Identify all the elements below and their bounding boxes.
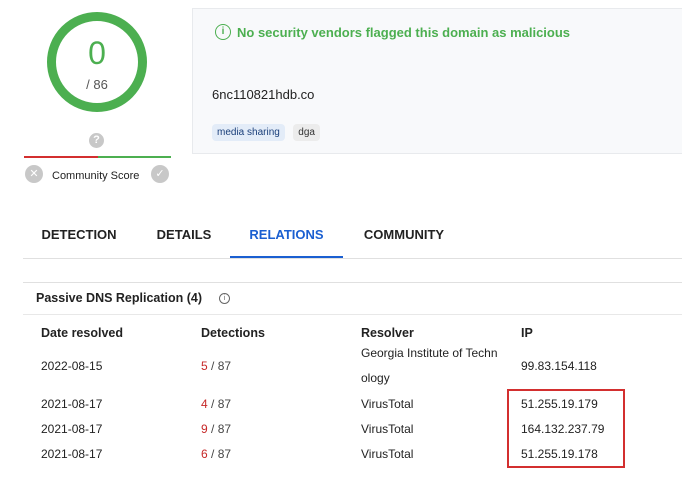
section-divider	[23, 282, 682, 283]
community-score-label: Community Score	[52, 170, 140, 182]
row-2-detections-count: 4	[201, 397, 208, 411]
column-header-date: Date resolved	[41, 326, 123, 340]
row-2-resolver: VirusTotal	[361, 397, 414, 411]
domain-name: 6nc110821hdb.co	[212, 87, 315, 102]
status-message: No security vendors flagged this domain …	[237, 25, 571, 40]
tag-media-sharing[interactable]: media sharing	[212, 124, 285, 141]
column-header-resolver: Resolver	[361, 326, 414, 340]
community-score-bar-bad	[24, 156, 98, 158]
row-1-date: 2022-08-15	[41, 359, 103, 373]
domain-summary-card: i No security vendors flagged this domai…	[192, 8, 682, 154]
row-4-detections-count: 6	[201, 447, 208, 461]
row-3-detections-count: 9	[201, 422, 208, 436]
row-1-ip[interactable]: 99.83.154.118	[521, 359, 597, 373]
row-3-detections: 9 / 87	[201, 422, 231, 436]
detection-score-value: 0	[88, 35, 106, 71]
tab-relations[interactable]: RELATIONS	[230, 220, 343, 258]
section-count: (4)	[186, 291, 203, 305]
tab-bar: DETECTION DETAILS RELATIONS COMMUNITY	[23, 220, 682, 259]
section-title: Passive DNS Replication (4)	[36, 291, 202, 305]
row-2-detections: 4 / 87	[201, 397, 231, 411]
row-3-detections-total: / 87	[207, 422, 232, 436]
community-score-bar-good	[98, 156, 171, 158]
question-icon: ?	[89, 133, 104, 148]
row-4-date: 2021-08-17	[41, 447, 103, 461]
section-title-text: Passive DNS Replication	[36, 291, 184, 305]
detection-score-ring: 0 / 86	[47, 12, 147, 112]
row-2-date: 2021-08-17	[41, 397, 103, 411]
row-4-detections: 6 / 87	[201, 447, 231, 461]
column-header-ip: IP	[521, 326, 533, 340]
close-icon[interactable]: ✕	[25, 165, 43, 183]
tag-list: media sharing dga	[212, 122, 324, 141]
info-icon[interactable]: i	[219, 293, 230, 304]
community-score-bar	[24, 156, 171, 158]
row-2-detections-total: / 87	[207, 397, 232, 411]
ip-highlight-box	[507, 389, 625, 468]
tab-detection[interactable]: DETECTION	[23, 220, 135, 256]
table-divider	[23, 314, 682, 315]
row-1-detections-total: / 87	[207, 359, 232, 373]
column-header-detections: Detections	[201, 326, 265, 340]
tab-community[interactable]: COMMUNITY	[349, 220, 459, 256]
row-1-resolver: Georgia Institute of Techn ology	[361, 346, 498, 385]
row-1-detections: 5 / 87	[201, 359, 231, 373]
row-3-resolver: VirusTotal	[361, 422, 414, 436]
row-3-date: 2021-08-17	[41, 422, 103, 436]
row-1-detections-count: 5	[201, 359, 208, 373]
row-4-detections-total: / 87	[207, 447, 232, 461]
tag-dga[interactable]: dga	[293, 124, 320, 141]
row-4-resolver: VirusTotal	[361, 447, 414, 461]
detection-score-total: / 86	[86, 77, 108, 92]
tab-details[interactable]: DETAILS	[143, 220, 225, 256]
info-circle-icon: i	[215, 24, 231, 40]
check-icon[interactable]: ✓	[151, 165, 169, 183]
